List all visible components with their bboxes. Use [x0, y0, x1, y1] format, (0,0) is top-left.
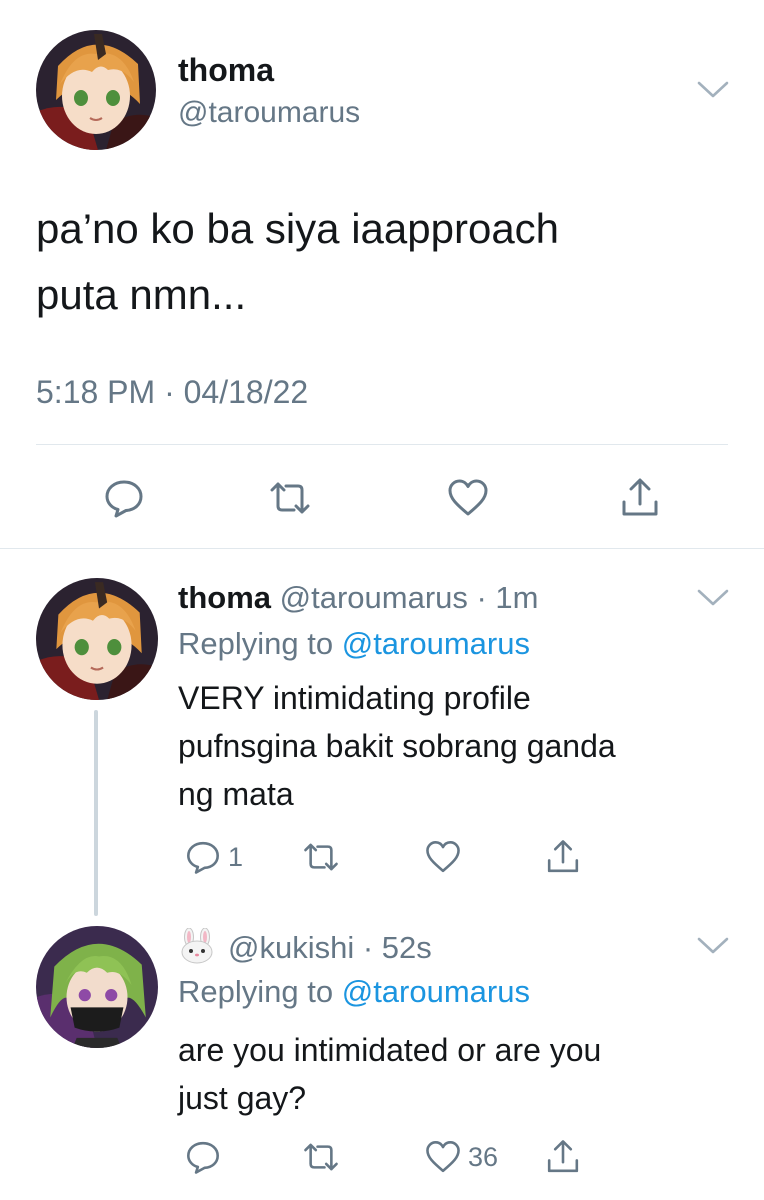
reply-count: 1	[228, 841, 244, 872]
reply-text: VERY intimidating profile pufnsgina baki…	[178, 674, 738, 818]
replying-mention[interactable]: @taroumarus	[342, 974, 530, 1009]
replying-prefix: Replying to	[178, 974, 334, 1009]
author-avatar[interactable]	[36, 30, 156, 150]
chevron-down-icon[interactable]	[696, 588, 730, 608]
share-icon	[547, 1140, 579, 1173]
tweet-text-line: puta nmn...	[36, 271, 247, 318]
retweet-button[interactable]	[302, 1138, 340, 1176]
retweet-icon	[304, 1143, 338, 1171]
replying-to: Replying to @taroumarus	[178, 974, 530, 1010]
reply-button[interactable]	[102, 476, 146, 520]
divider	[36, 444, 728, 445]
reply-handle-time[interactable]: @kukishi · 52s	[228, 930, 432, 965]
replying-prefix: Replying to	[178, 626, 334, 661]
reply-text: are you intimidated or are you just gay?	[178, 1026, 738, 1122]
reply-icon	[187, 841, 219, 874]
reply-header: thoma @taroumarus · 1m	[178, 580, 539, 616]
reply-text-line: are you intimidated or are you	[178, 1032, 602, 1068]
main-tweet: thoma @taroumarus pa’no ko ba siya iaapp…	[0, 0, 764, 548]
share-button[interactable]	[618, 476, 662, 520]
like-button[interactable]: 36	[424, 1138, 498, 1176]
share-icon	[547, 840, 579, 873]
chevron-down-icon[interactable]	[696, 936, 730, 956]
share-button[interactable]	[544, 838, 582, 876]
thread-line	[94, 710, 98, 916]
reply-icon	[105, 480, 143, 518]
reply-text-line: ng mata	[178, 776, 294, 812]
rabbit-face-icon	[178, 928, 216, 964]
tweet-text: pa’no ko ba siya iaapproach puta nmn...	[36, 196, 726, 328]
share-button[interactable]	[544, 1138, 582, 1176]
heart-icon	[448, 479, 488, 516]
retweet-icon	[270, 482, 310, 514]
author-display-name[interactable]: thoma	[178, 52, 274, 89]
like-button[interactable]	[446, 476, 490, 520]
like-count: 36	[468, 1141, 499, 1172]
reply-display-name[interactable]: thoma	[178, 580, 271, 615]
replying-mention[interactable]: @taroumarus	[342, 626, 530, 661]
reply-header: @kukishi · 52s	[178, 928, 432, 966]
heart-icon	[426, 841, 460, 873]
tweet-text-line: pa’no ko ba siya iaapproach	[36, 205, 560, 252]
replying-to: Replying to @taroumarus	[178, 626, 530, 662]
reply-button[interactable]: 1	[184, 838, 243, 876]
retweet-button[interactable]	[268, 476, 312, 520]
retweet-icon	[304, 843, 338, 871]
reply-author-avatar[interactable]	[36, 926, 158, 1048]
like-button[interactable]	[424, 838, 462, 876]
reply-text-line: VERY intimidating profile	[178, 680, 531, 716]
reply-author-avatar[interactable]	[36, 578, 158, 700]
reply-handle-time[interactable]: @taroumarus · 1m	[280, 580, 539, 615]
tweet-timestamp[interactable]: 5:18 PM · 04/18/22	[36, 374, 308, 411]
section-divider	[0, 548, 764, 549]
share-icon	[622, 478, 658, 516]
reply-button[interactable]	[184, 1138, 222, 1176]
reply-text-line: just gay?	[178, 1080, 307, 1116]
retweet-button[interactable]	[302, 838, 340, 876]
heart-icon	[426, 1141, 460, 1173]
author-handle[interactable]: @taroumarus	[178, 96, 360, 130]
reply-text-line: pufnsgina bakit sobrang ganda	[178, 728, 616, 764]
chevron-down-icon[interactable]	[696, 80, 730, 100]
reply-icon	[187, 1141, 219, 1174]
